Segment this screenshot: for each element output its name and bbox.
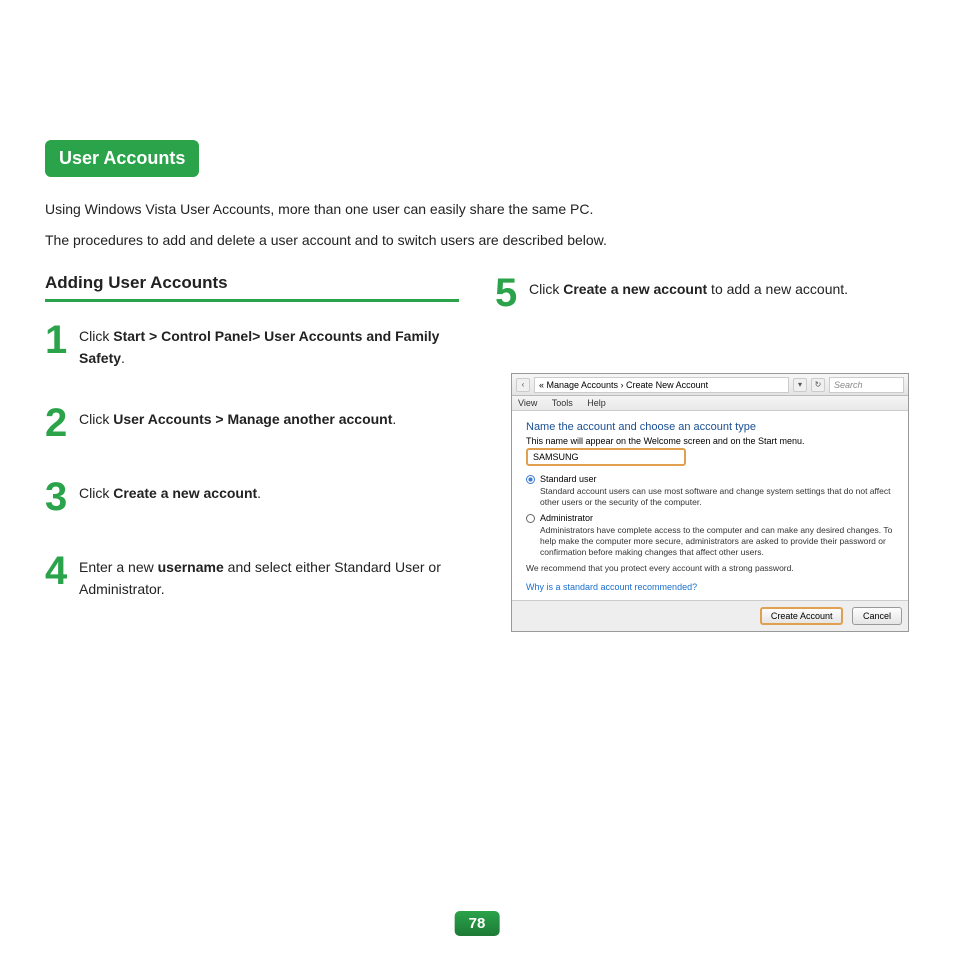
screenshot-body: Name the account and choose an account t…: [512, 411, 908, 600]
step-bold: Create a new account: [113, 485, 257, 501]
step-post: .: [392, 411, 396, 427]
radio-label: Administrator: [540, 513, 593, 523]
intro-block: Using Windows Vista User Accounts, more …: [45, 199, 909, 251]
dropdown-icon: ▾: [793, 378, 807, 392]
account-name-field: SAMSUNG: [526, 448, 686, 466]
step-post: to add a new account.: [707, 281, 848, 297]
radio-label: Standard user: [540, 474, 597, 484]
step-3: 3 Click Create a new account.: [45, 477, 459, 517]
search-input: Search: [829, 377, 904, 393]
step-2: 2 Click User Accounts > Manage another a…: [45, 403, 459, 443]
password-recommendation: We recommend that you protect every acco…: [526, 563, 894, 574]
screenshot-create-account: ‹ « Manage Accounts › Create New Account…: [511, 373, 909, 632]
intro-line-1: Using Windows Vista User Accounts, more …: [45, 199, 909, 220]
section-heading: Adding User Accounts: [45, 273, 459, 302]
step-post: .: [257, 485, 261, 501]
radio-icon: [526, 514, 535, 523]
step-pre: Click: [529, 281, 563, 297]
screenshot-address-bar: ‹ « Manage Accounts › Create New Account…: [512, 374, 908, 396]
step-text: Click User Accounts > Manage another acc…: [79, 403, 396, 431]
left-column: Adding User Accounts 1 Click Start > Con…: [45, 273, 459, 635]
intro-line-2: The procedures to add and delete a user …: [45, 230, 909, 251]
menu-tools: Tools: [552, 398, 573, 408]
title-badge: User Accounts: [45, 140, 199, 177]
step-number: 4: [45, 551, 79, 591]
screenshot-menu-bar: View Tools Help: [512, 396, 908, 411]
back-icon: ‹: [516, 378, 530, 392]
step-4: 4 Enter a new username and select either…: [45, 551, 459, 600]
administrator-description: Administrators have complete access to t…: [540, 525, 894, 557]
step-pre: Click: [79, 411, 113, 427]
step-5: 5 Click Create a new account to add a ne…: [495, 273, 909, 313]
screenshot-subtext: This name will appear on the Welcome scr…: [526, 436, 894, 446]
step-pre: Click: [79, 328, 113, 344]
step-number: 1: [45, 320, 79, 360]
step-pre: Click: [79, 485, 113, 501]
screenshot-heading: Name the account and choose an account t…: [526, 421, 894, 433]
step-text: Click Create a new account to add a new …: [529, 273, 848, 301]
step-1: 1 Click Start > Control Panel> User Acco…: [45, 320, 459, 369]
step-text: Click Start > Control Panel> User Accoun…: [79, 320, 459, 369]
cancel-button: Cancel: [852, 607, 902, 625]
standard-user-description: Standard account users can use most soft…: [540, 486, 894, 507]
right-column: 5 Click Create a new account to add a ne…: [495, 273, 909, 635]
step-text: Enter a new username and select either S…: [79, 551, 459, 600]
step-number: 3: [45, 477, 79, 517]
create-account-button: Create Account: [760, 607, 844, 625]
step-bold: Start > Control Panel> User Accounts and…: [79, 328, 439, 366]
page-number: 78: [455, 911, 500, 936]
radio-icon: [526, 475, 535, 484]
radio-administrator: Administrator: [526, 513, 894, 523]
radio-standard-user: Standard user: [526, 474, 894, 484]
step-pre: Enter a new: [79, 559, 158, 575]
step-bold: username: [158, 559, 224, 575]
step-number: 2: [45, 403, 79, 443]
breadcrumb: « Manage Accounts › Create New Account: [534, 377, 789, 393]
refresh-icon: ↻: [811, 378, 825, 392]
step-text: Click Create a new account.: [79, 477, 261, 505]
menu-view: View: [518, 398, 537, 408]
step-bold: User Accounts > Manage another account: [113, 411, 392, 427]
step-bold: Create a new account: [563, 281, 707, 297]
step-post: .: [121, 350, 125, 366]
screenshot-footer: Create Account Cancel: [512, 600, 908, 631]
why-standard-link: Why is a standard account recommended?: [526, 582, 894, 592]
menu-help: Help: [587, 398, 606, 408]
step-number: 5: [495, 273, 529, 313]
